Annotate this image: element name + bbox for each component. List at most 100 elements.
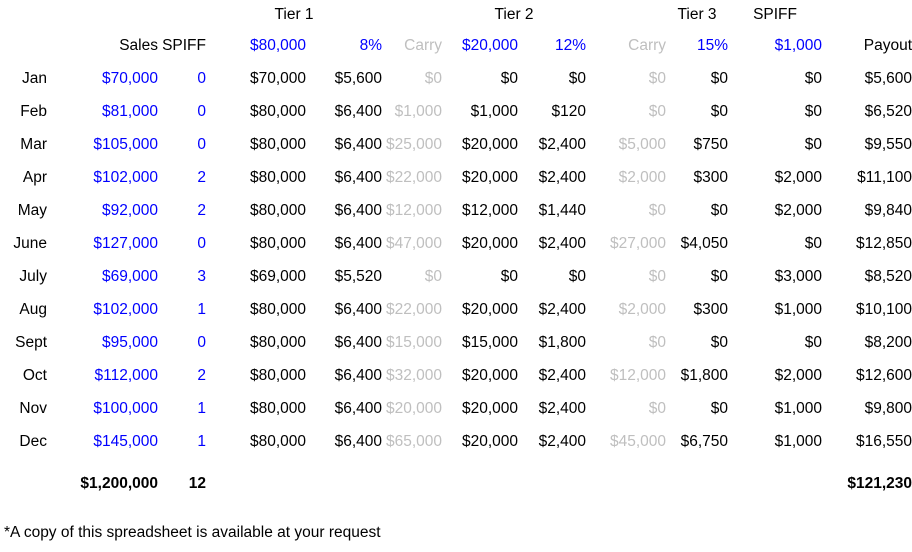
payout-cell: $9,550	[864, 136, 912, 153]
commission-table: Tier 1 Tier 2 Tier 3 SPIFF Sales SPIFF $…	[0, 0, 912, 502]
tier2-payout-cell: $120	[551, 103, 587, 120]
carry2-cell: $0	[648, 334, 667, 351]
tier1-payout-cell: $6,400	[334, 367, 383, 384]
tier1-payout-cell: $5,520	[334, 268, 383, 285]
tier1-amount-cell: $70,000	[249, 70, 306, 87]
tier1-amount-cell: $80,000	[249, 235, 306, 252]
tier2-amount-cell: $20,000	[461, 367, 519, 384]
spiff-count-cell: 2	[197, 202, 206, 219]
total-tier3-payout	[666, 466, 728, 502]
group-header-spiff: SPIFF	[753, 6, 797, 23]
group-header-spacer-sales	[50, 0, 158, 30]
carry2-cell: $27,000	[610, 235, 667, 252]
table-row: Jan $70,000 0 $70,000 $5,600 $0 $0 $0 $0 $0 $0 $5,6…	[0, 62, 912, 95]
carry2-cell: $0	[648, 202, 667, 219]
tier1-amount-cell: $80,000	[249, 103, 306, 120]
spiff-count-cell: 1	[197, 433, 206, 450]
spiff-count-cell: 1	[197, 400, 206, 417]
group-header-row: Tier 1 Tier 2 Tier 3 SPIFF	[0, 0, 912, 30]
table-row: July $69,000 3 $69,000 $5,520 $0 $0 $0 $0 $0 $3,00…	[0, 260, 912, 293]
tier3-payout-cell: $0	[710, 268, 729, 285]
parameter-tier2-threshold[interactable]: $20,000	[442, 30, 518, 62]
month-cell: May	[17, 202, 47, 219]
column-header-month	[0, 30, 50, 62]
tier1-payout-cell: $6,400	[334, 400, 383, 417]
parameter-tier3-rate[interactable]: 15%	[666, 30, 728, 62]
total-tier1-payout	[306, 466, 382, 502]
group-header-spacer-carry1	[382, 0, 442, 30]
table-row: Sept $95,000 0 $80,000 $6,400 $15,000 $15,000 $…	[0, 326, 912, 359]
tier3-payout-cell: $0	[710, 334, 729, 351]
commission-spreadsheet: Tier 1 Tier 2 Tier 3 SPIFF Sales SPIFF $…	[0, 0, 912, 552]
payout-cell: $10,100	[856, 301, 912, 318]
parameter-spiff-value[interactable]: $1,000	[728, 30, 822, 62]
payout-cell: $12,850	[856, 235, 912, 252]
tier2-amount-cell: $1,000	[470, 103, 519, 120]
payout-cell: $6,520	[864, 103, 912, 120]
spiff-payout-cell: $0	[804, 70, 823, 87]
spiff-payout-cell: $0	[804, 235, 823, 252]
spiff-count-cell: 0	[197, 136, 206, 153]
tier3-payout-cell: $4,050	[680, 235, 729, 252]
totals-spacer	[0, 458, 912, 466]
table-row: Nov $100,000 1 $80,000 $6,400 $20,000 $20,000 $…	[0, 392, 912, 425]
tier1-payout-cell: $6,400	[334, 169, 383, 186]
parameter-tier1-threshold[interactable]: $80,000	[206, 30, 306, 62]
tier2-payout-cell: $2,400	[538, 367, 587, 384]
group-header-tier3: Tier 3	[677, 6, 717, 23]
spiff-count-cell: 3	[197, 268, 206, 285]
carry2-cell: $0	[648, 268, 667, 285]
total-sales: $1,200,000	[80, 475, 158, 492]
payout-cell: $8,200	[864, 334, 912, 351]
parameter-tier1-rate[interactable]: 8%	[306, 30, 382, 62]
spiff-count-cell: 2	[197, 169, 206, 186]
tier1-payout-cell: $5,600	[334, 70, 383, 87]
tier2-payout-cell: $2,400	[538, 169, 587, 186]
table-row: May $92,000 2 $80,000 $6,400 $12,000 $12,000 $1…	[0, 194, 912, 227]
totals-row: $1,200,000 12 $121,230	[0, 466, 912, 502]
tier2-payout-cell: $2,400	[538, 433, 587, 450]
total-spiff-count: 12	[188, 475, 206, 492]
sales-cell: $112,000	[94, 367, 159, 384]
tier1-amount-cell: $80,000	[249, 334, 306, 351]
tier3-payout-cell: $1,800	[680, 367, 729, 384]
tier3-payout-cell: $6,750	[680, 433, 729, 450]
group-header-spacer-payout	[822, 0, 912, 30]
column-header-carry2: Carry	[628, 37, 667, 54]
tier1-amount-cell: $80,000	[249, 433, 306, 450]
total-tier1-amount	[206, 466, 306, 502]
table-row: Aug $102,000 1 $80,000 $6,400 $22,000 $20,000 $…	[0, 293, 912, 326]
group-header-spacer-spiff	[158, 0, 206, 30]
carry1-cell: $32,000	[385, 367, 443, 384]
tier2-payout-cell: $2,400	[538, 301, 587, 318]
spiff-count-cell: 0	[197, 334, 206, 351]
tier1-amount-cell: $80,000	[249, 301, 306, 318]
sales-cell: $95,000	[101, 334, 158, 351]
sales-cell: $81,000	[101, 103, 158, 120]
table-row: Dec $145,000 1 $80,000 $6,400 $65,000 $20,000 $…	[0, 425, 912, 458]
tier1-amount-cell: $80,000	[249, 202, 306, 219]
tier1-payout-cell: $6,400	[334, 334, 383, 351]
carry2-cell: $12,000	[610, 367, 667, 384]
payout-cell: $9,840	[864, 202, 912, 219]
tier2-payout-cell: $2,400	[538, 136, 587, 153]
total-tier2-amount	[442, 466, 518, 502]
carry2-cell: $2,000	[618, 169, 667, 186]
sales-cell: $145,000	[93, 433, 158, 450]
total-carry2	[586, 466, 666, 502]
table-row: Apr $102,000 2 $80,000 $6,400 $22,000 $20,000 $…	[0, 161, 912, 194]
tier1-amount-cell: $80,000	[249, 400, 306, 417]
month-cell: Nov	[19, 400, 47, 417]
spiff-count-cell: 0	[197, 103, 206, 120]
spiff-payout-cell: $1,000	[774, 400, 823, 417]
carry1-cell: $12,000	[385, 202, 443, 219]
tier1-payout-cell: $6,400	[334, 433, 383, 450]
tier1-payout-cell: $6,400	[334, 235, 383, 252]
tier2-payout-cell: $0	[568, 70, 587, 87]
parameter-tier2-rate[interactable]: 12%	[518, 30, 586, 62]
column-header-sales: Sales	[119, 37, 158, 54]
payout-cell: $11,100	[857, 169, 912, 186]
month-cell: Mar	[20, 136, 47, 153]
sales-cell: $100,000	[93, 400, 158, 417]
spiff-payout-cell: $2,000	[774, 169, 823, 186]
